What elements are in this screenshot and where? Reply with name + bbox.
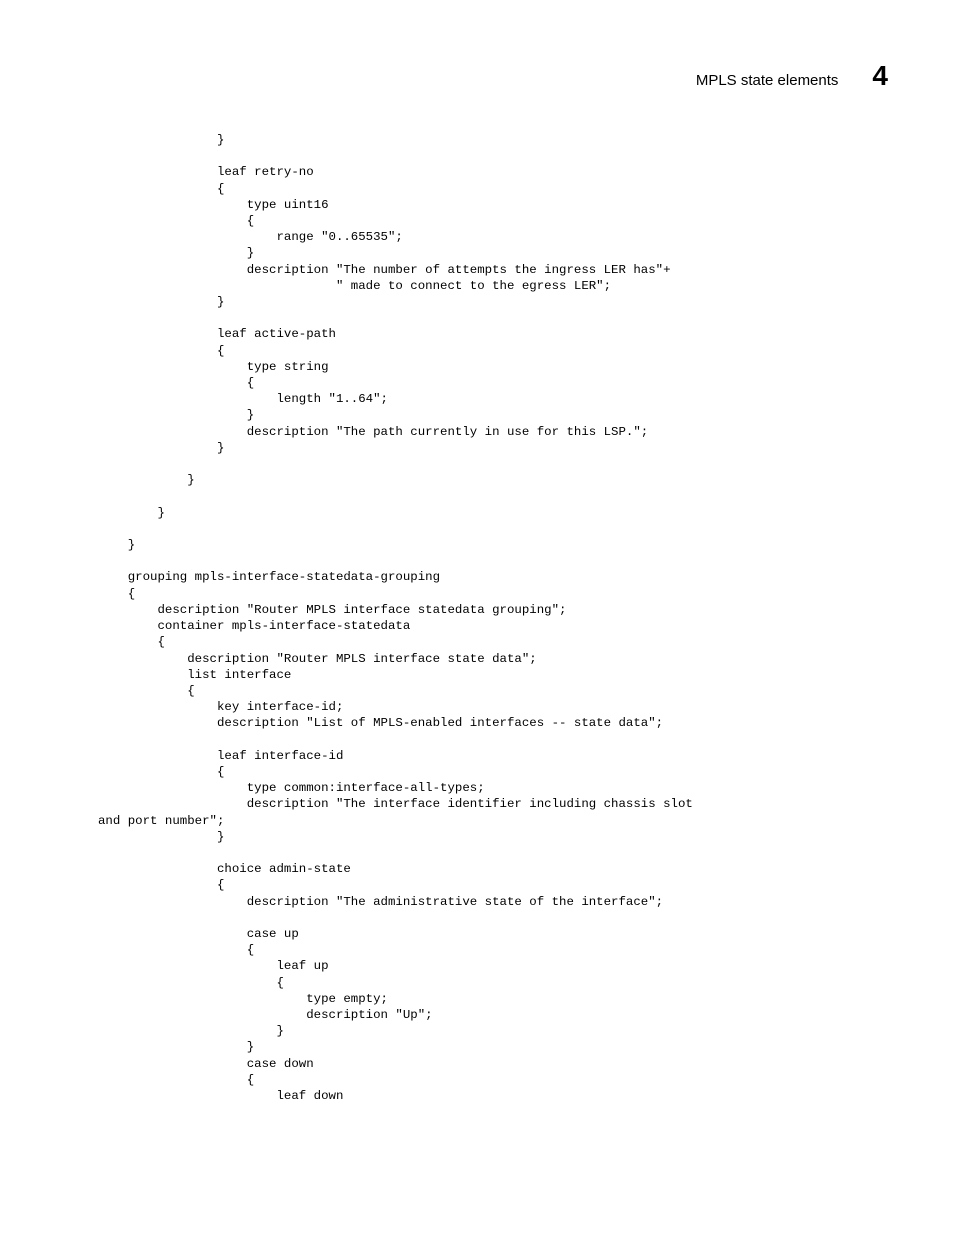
code-block: } leaf retry-no { type uint16 { range "0…	[98, 132, 884, 1104]
section-number: 4	[872, 62, 888, 90]
header-title: MPLS state elements	[696, 72, 839, 89]
document-page: MPLS state elements 4 } leaf retry-no { …	[0, 0, 954, 1235]
page-header: MPLS state elements 4	[696, 62, 888, 90]
